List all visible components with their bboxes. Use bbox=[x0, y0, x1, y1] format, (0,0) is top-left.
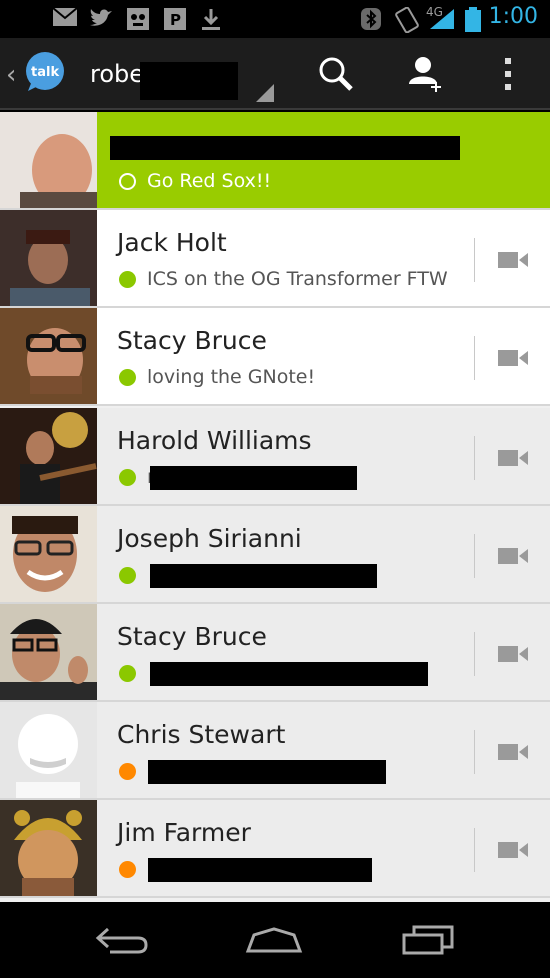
video-camera-icon bbox=[497, 646, 528, 662]
video-chat-button[interactable] bbox=[474, 238, 550, 282]
avatar bbox=[0, 210, 97, 306]
video-camera-icon bbox=[497, 842, 528, 858]
contact-name: Stacy Bruce bbox=[117, 622, 267, 651]
up-caret-icon[interactable]: ‹ bbox=[6, 60, 16, 90]
twitter-icon bbox=[90, 9, 112, 26]
contact-row[interactable]: Jim Farmer bbox=[0, 800, 550, 898]
talk-logo-icon[interactable]: talk bbox=[24, 51, 66, 93]
presence-idle-icon bbox=[119, 861, 136, 878]
status-bar: P 4G 1:00 bbox=[0, 0, 550, 38]
avatar bbox=[0, 800, 97, 896]
presence-available-icon bbox=[119, 567, 136, 584]
contact-name: Chris Stewart bbox=[117, 720, 286, 749]
robot-icon bbox=[127, 8, 149, 30]
avatar bbox=[0, 408, 97, 504]
overflow-menu-button[interactable] bbox=[478, 38, 538, 110]
home-icon bbox=[245, 927, 303, 953]
status-redaction bbox=[148, 858, 372, 882]
presence-available-icon bbox=[119, 369, 136, 386]
video-camera-icon bbox=[497, 548, 528, 564]
avatar bbox=[0, 506, 97, 602]
action-bar: ‹ talk robe bbox=[0, 38, 550, 110]
talk-logo-text: talk bbox=[31, 65, 59, 80]
video-chat-button[interactable] bbox=[474, 436, 550, 480]
recent-apps-button[interactable] bbox=[388, 920, 468, 960]
contact-row[interactable]: Harold Williams r bbox=[0, 408, 550, 506]
search-button[interactable] bbox=[306, 38, 366, 110]
clock: 1:00 bbox=[488, 4, 538, 29]
account-name[interactable]: robe bbox=[90, 60, 144, 88]
signal-icon bbox=[430, 9, 454, 29]
back-icon bbox=[95, 927, 148, 954]
overflow-menu-icon bbox=[505, 58, 511, 90]
pandora-icon: P bbox=[164, 8, 186, 30]
status-redaction bbox=[150, 466, 357, 490]
bluetooth-icon bbox=[361, 8, 381, 30]
presence-available-icon bbox=[119, 271, 136, 288]
avatar bbox=[0, 112, 97, 208]
self-status-row[interactable]: Go Red Sox!! bbox=[0, 112, 550, 210]
contact-row[interactable]: Stacy Bruce loving the GNote! bbox=[0, 308, 550, 406]
contact-row[interactable]: Stacy Bruce bbox=[0, 604, 550, 702]
avatar bbox=[0, 308, 97, 404]
contact-name: Jim Farmer bbox=[117, 818, 251, 847]
rotation-lock-icon bbox=[395, 7, 419, 33]
status-redaction bbox=[150, 564, 377, 588]
name-redaction bbox=[110, 136, 460, 160]
contact-name: Joseph Sirianni bbox=[117, 524, 302, 553]
gmail-icon bbox=[52, 7, 78, 26]
default-avatar-icon bbox=[0, 702, 97, 798]
add-contact-button[interactable] bbox=[396, 38, 456, 110]
video-camera-icon bbox=[497, 350, 528, 366]
video-chat-button[interactable] bbox=[474, 336, 550, 380]
contact-row[interactable]: Joseph Sirianni bbox=[0, 506, 550, 604]
contact-list[interactable]: Go Red Sox!! Jack Holt ICS on the OG Tra… bbox=[0, 112, 550, 902]
contact-row[interactable]: Chris Stewart bbox=[0, 702, 550, 800]
recent-apps-icon bbox=[402, 925, 454, 955]
account-spinner-icon[interactable] bbox=[256, 84, 274, 102]
account-redaction bbox=[140, 62, 238, 100]
video-chat-button[interactable] bbox=[474, 534, 550, 578]
contact-name: Harold Williams bbox=[117, 426, 312, 455]
navigation-bar bbox=[0, 902, 550, 978]
back-button[interactable] bbox=[82, 920, 162, 960]
battery-icon bbox=[465, 7, 481, 32]
status-redaction bbox=[150, 662, 428, 686]
video-chat-button[interactable] bbox=[474, 632, 550, 676]
add-contact-icon bbox=[409, 57, 441, 92]
video-chat-button[interactable] bbox=[474, 828, 550, 872]
presence-idle-icon bbox=[119, 763, 136, 780]
contact-name: Jack Holt bbox=[117, 228, 227, 257]
video-chat-button[interactable] bbox=[474, 730, 550, 774]
presence-ring-icon bbox=[119, 173, 136, 190]
video-camera-icon bbox=[497, 252, 528, 268]
search-icon bbox=[319, 57, 353, 91]
status-message: Go Red Sox!! bbox=[147, 170, 272, 192]
presence-available-icon bbox=[119, 665, 136, 682]
home-button[interactable] bbox=[234, 920, 314, 960]
status-message: loving the GNote! bbox=[147, 366, 316, 388]
avatar bbox=[0, 604, 97, 700]
video-camera-icon bbox=[497, 744, 528, 760]
contact-row[interactable]: Jack Holt ICS on the OG Transformer FTW bbox=[0, 210, 550, 308]
status-redaction bbox=[148, 760, 386, 784]
contact-name: Stacy Bruce bbox=[117, 326, 267, 355]
video-camera-icon bbox=[497, 450, 528, 466]
download-icon bbox=[202, 9, 220, 30]
svg-text:P: P bbox=[170, 11, 181, 29]
presence-available-icon bbox=[119, 469, 136, 486]
status-message: ICS on the OG Transformer FTW bbox=[147, 268, 448, 290]
